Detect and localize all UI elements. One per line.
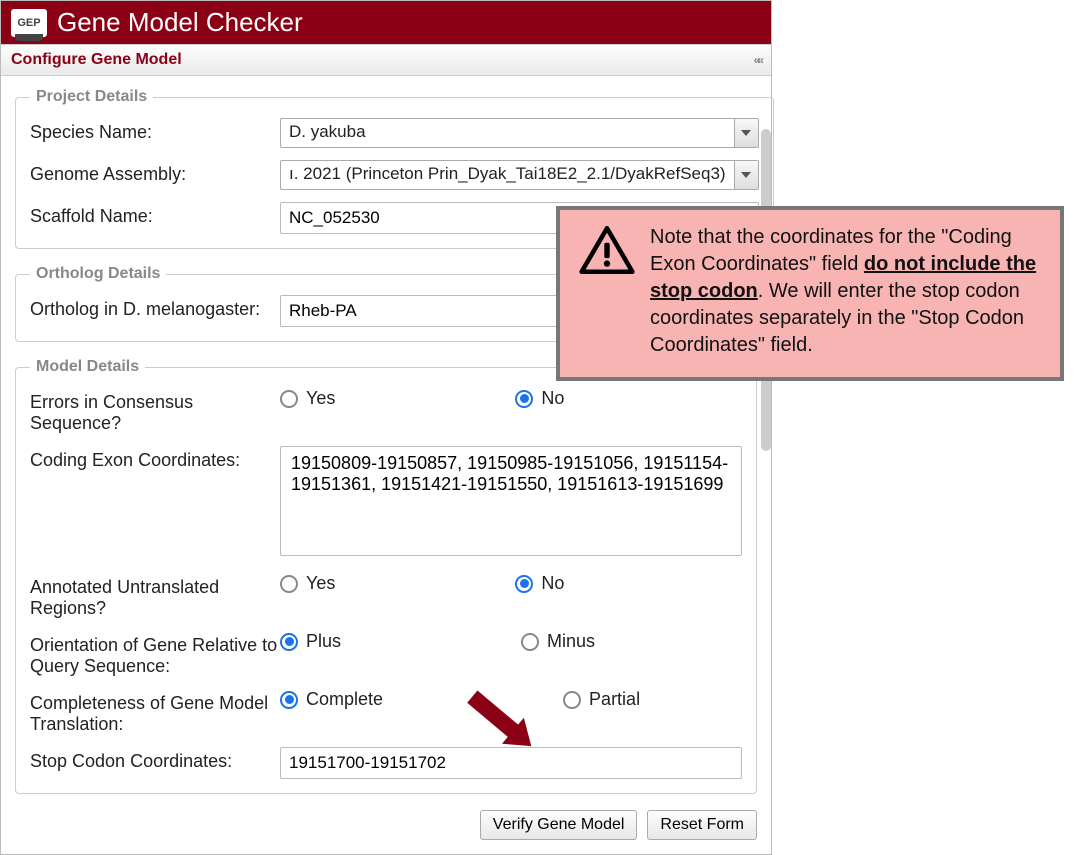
utr-yes-radio[interactable]: [280, 575, 298, 593]
coords-label: Coding Exon Coordinates:: [30, 446, 280, 471]
assembly-dropdown-button[interactable]: [734, 161, 758, 189]
orientation-label: Orientation of Gene Relative to Query Se…: [30, 631, 280, 677]
utr-label: Annotated Untranslated Regions?: [30, 573, 280, 619]
species-value: D. yakuba: [281, 119, 734, 147]
errors-yes-label: Yes: [306, 388, 335, 409]
panel-header: Configure Gene Model ««: [1, 44, 771, 76]
completeness-complete-radio[interactable]: [280, 691, 298, 709]
scaffold-label: Scaffold Name:: [30, 202, 280, 227]
assembly-value: ı. 2021 (Princeton Prin_Dyak_Tai18E2_2.1…: [281, 161, 734, 189]
stop-label: Stop Codon Coordinates:: [30, 747, 280, 772]
callout-box: Note that the coordinates for the "Codin…: [556, 206, 1064, 381]
titlebar: GEP Gene Model Checker: [1, 1, 771, 44]
gep-logo-icon: GEP: [11, 9, 47, 37]
scrollbar[interactable]: [760, 48, 772, 855]
chevron-down-icon: [741, 130, 751, 136]
coords-textarea[interactable]: [280, 446, 742, 556]
completeness-partial-radio[interactable]: [563, 691, 581, 709]
warning-icon: [578, 224, 636, 276]
species-label: Species Name:: [30, 118, 280, 143]
callout-text: Note that the coordinates for the "Codin…: [650, 224, 1042, 359]
orientation-minus-label: Minus: [547, 631, 595, 652]
app-window: GEP Gene Model Checker Configure Gene Mo…: [0, 0, 772, 855]
errors-no-label: No: [541, 388, 564, 409]
ortholog-label: Ortholog in D. melanogaster:: [30, 295, 280, 320]
app-title: Gene Model Checker: [57, 7, 303, 38]
ortholog-details-legend: Ortholog Details: [30, 265, 166, 283]
utr-no-radio[interactable]: [515, 575, 533, 593]
model-details-fieldset: Model Details Errors in Consensus Sequen…: [15, 358, 757, 794]
orientation-minus-radio[interactable]: [521, 633, 539, 651]
button-row: Verify Gene Model Reset Form: [15, 810, 757, 840]
assembly-select[interactable]: ı. 2021 (Princeton Prin_Dyak_Tai18E2_2.1…: [280, 160, 759, 190]
errors-label: Errors in Consensus Sequence?: [30, 388, 280, 434]
orientation-plus-label: Plus: [306, 631, 341, 652]
errors-no-radio[interactable]: [515, 390, 533, 408]
completeness-partial-label: Partial: [589, 689, 640, 710]
errors-yes-radio[interactable]: [280, 390, 298, 408]
species-select[interactable]: D. yakuba: [280, 118, 759, 148]
chevron-down-icon: [741, 172, 751, 178]
assembly-label: Genome Assembly:: [30, 160, 280, 185]
project-details-legend: Project Details: [30, 88, 153, 106]
completeness-label: Completeness of Gene Model Translation:: [30, 689, 280, 735]
panel-body: Project Details Species Name: D. yakuba …: [1, 76, 771, 854]
panel-title: Configure Gene Model: [11, 51, 182, 69]
model-details-legend: Model Details: [30, 358, 145, 376]
reset-button[interactable]: Reset Form: [647, 810, 757, 840]
completeness-complete-label: Complete: [306, 689, 383, 710]
species-dropdown-button[interactable]: [734, 119, 758, 147]
orientation-plus-radio[interactable]: [280, 633, 298, 651]
utr-yes-label: Yes: [306, 573, 335, 594]
utr-no-label: No: [541, 573, 564, 594]
verify-button[interactable]: Verify Gene Model: [480, 810, 638, 840]
